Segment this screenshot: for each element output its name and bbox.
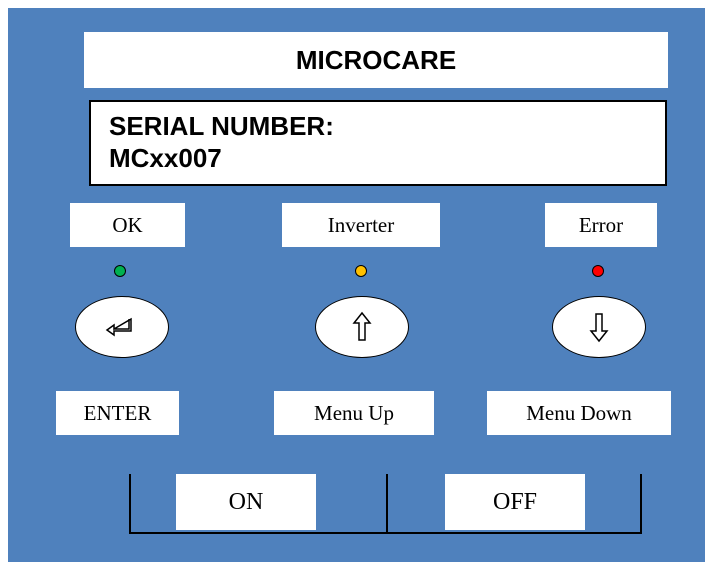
enter-button[interactable]	[75, 296, 169, 358]
on-button[interactable]: ON	[176, 474, 316, 530]
error-led	[592, 265, 604, 277]
menu-down-button-label: Menu Down	[487, 391, 671, 435]
switch-frame-right	[640, 474, 642, 534]
enter-button-label: ENTER	[56, 391, 179, 435]
lcd-display: SERIAL NUMBER: MCxx007	[89, 100, 667, 186]
menu-down-button[interactable]	[552, 296, 646, 358]
menu-up-button[interactable]	[315, 296, 409, 358]
switch-frame-bottom	[129, 532, 642, 534]
off-button[interactable]: OFF	[445, 474, 585, 530]
indicator-label-error: Error	[545, 203, 657, 247]
ok-led	[114, 265, 126, 277]
arrow-up-icon	[352, 311, 372, 341]
enter-return-icon	[105, 317, 132, 337]
display-line-2: MCxx007	[109, 143, 222, 173]
inverter-led	[355, 265, 367, 277]
control-panel	[8, 8, 705, 562]
indicator-label-ok: OK	[70, 203, 185, 247]
indicator-label-inverter: Inverter	[282, 203, 440, 247]
arrow-down-icon	[589, 313, 609, 343]
menu-up-button-label: Menu Up	[274, 391, 434, 435]
device-title: MICROCARE	[84, 32, 668, 88]
switch-frame-middle	[386, 474, 388, 534]
display-line-1: SERIAL NUMBER:	[109, 111, 334, 141]
switch-frame-left	[129, 474, 131, 534]
